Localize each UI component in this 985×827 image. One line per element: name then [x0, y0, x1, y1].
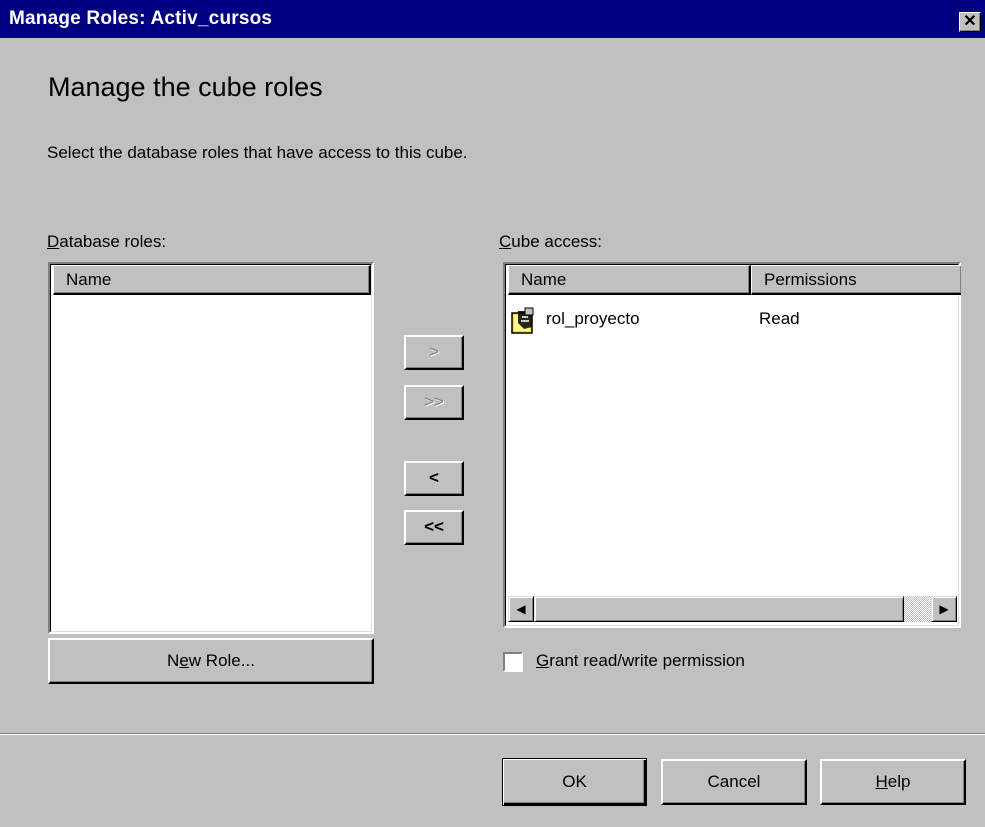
- database-roles-label: Database roles:: [47, 232, 167, 251]
- window-title: Manage Roles: Activ_cursos: [9, 8, 273, 29]
- scroll-thumb[interactable]: [534, 596, 904, 622]
- column-header-permissions[interactable]: Permissions: [751, 265, 961, 295]
- instruction-text: Select the database roles that have acce…: [47, 143, 468, 162]
- title-bar: Manage Roles: Activ_cursos ✕: [0, 0, 985, 38]
- ok-button[interactable]: OK: [502, 758, 647, 806]
- page-heading: Manage the cube roles: [48, 72, 323, 102]
- scroll-right-button[interactable]: ▶: [931, 596, 957, 622]
- role-permissions: Read: [759, 309, 800, 328]
- arrow-left-icon: ◀: [516, 602, 526, 616]
- remove-button[interactable]: <: [404, 461, 464, 496]
- cube-access-label: Cube access:: [499, 232, 603, 251]
- database-roles-list[interactable]: Name: [48, 262, 374, 634]
- column-header-name[interactable]: Name: [53, 265, 371, 295]
- cancel-button[interactable]: Cancel: [661, 759, 807, 805]
- scroll-track[interactable]: [904, 596, 931, 622]
- scroll-left-button[interactable]: ◀: [508, 596, 534, 622]
- grant-read-write-checkbox[interactable]: [503, 652, 523, 672]
- arrow-right-icon: ▶: [939, 602, 949, 616]
- new-role-button[interactable]: New Role...: [48, 638, 374, 684]
- close-button[interactable]: ✕: [959, 12, 981, 32]
- help-button[interactable]: Help: [820, 759, 966, 805]
- column-header-name[interactable]: Name: [508, 265, 751, 295]
- remove-all-button[interactable]: <<: [404, 510, 464, 545]
- close-icon: ✕: [963, 13, 977, 30]
- horizontal-scrollbar[interactable]: ◀ ▶: [508, 596, 957, 622]
- role-name: rol_proyecto: [546, 309, 640, 328]
- add-all-button[interactable]: >>: [404, 385, 464, 420]
- add-button[interactable]: >: [404, 335, 464, 370]
- grant-read-write-label[interactable]: Grant read/write permission: [536, 651, 745, 671]
- role-icon: [510, 307, 540, 340]
- cube-access-list[interactable]: Name Permissions rol_proyecto Read ◀ ▶: [503, 262, 961, 628]
- list-item[interactable]: rol_proyecto Read: [510, 307, 955, 335]
- footer-separator: [0, 733, 985, 735]
